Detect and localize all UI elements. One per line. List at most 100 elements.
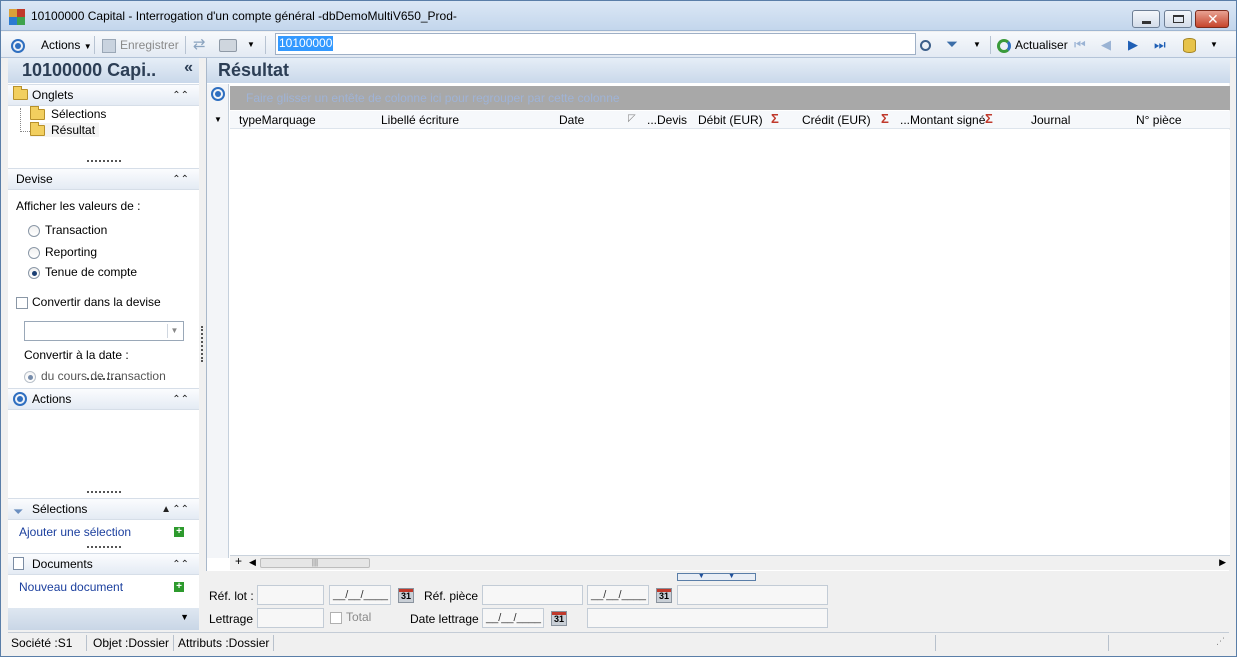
new-document-plus-icon[interactable]: +	[174, 582, 184, 592]
lettrage-input[interactable]	[257, 608, 324, 628]
tab-selections[interactable]: Sélections	[30, 106, 106, 121]
calendar-icon[interactable]: 31	[551, 611, 567, 626]
chevron-down-icon: ▼	[167, 324, 181, 338]
column-chooser-button[interactable]: ▼	[214, 115, 222, 124]
column-montant-signe[interactable]: ...Montant signé	[900, 113, 985, 127]
sync-button[interactable]: ⇄	[193, 35, 206, 55]
column-typemarquage[interactable]: typeMarquage	[239, 113, 316, 127]
filter-options-button[interactable]: ▼	[973, 35, 981, 55]
resize-grip-icon[interactable]: ⋰	[1216, 636, 1225, 647]
close-button[interactable]: ✕	[1195, 10, 1229, 28]
chevron-up-double-icon[interactable]: ⌃⌃	[172, 389, 189, 410]
ref-piece-input[interactable]	[482, 585, 583, 605]
actions-menu-label: Actions	[41, 38, 81, 52]
tab-resultat[interactable]: Résultat	[30, 122, 100, 137]
database-options-button[interactable]: ▼	[1210, 35, 1218, 55]
nav-circle-button[interactable]	[11, 35, 25, 55]
scroll-left-icon[interactable]: ◀	[249, 557, 256, 568]
resize-grip[interactable]	[87, 160, 121, 163]
column-numero-piece[interactable]: N° pièce	[1136, 113, 1182, 127]
filter-area: ▼ ▼ Réf. lot : __/__/____ 31 Réf. pièce …	[206, 571, 1229, 630]
section-devise-header[interactable]: Devise ⌃⌃	[8, 168, 199, 190]
radio-transaction[interactable]: Transaction	[28, 223, 107, 237]
status-objet: Objet :Dossier	[90, 635, 174, 651]
ref-piece-label: Réf. pièce :	[424, 589, 485, 603]
radio-reporting[interactable]: Reporting	[28, 245, 97, 259]
chevron-up-double-icon[interactable]: ⌃⌃	[172, 554, 189, 575]
save-button[interactable]: Enregistrer	[102, 35, 179, 55]
toolbar-separator	[94, 36, 95, 54]
resize-grip[interactable]	[87, 546, 121, 549]
total-checkbox[interactable]: Total	[330, 610, 371, 624]
add-selection-plus-icon[interactable]: +	[174, 527, 184, 537]
print-button[interactable]	[219, 35, 237, 55]
filter-button[interactable]: ⏷	[946, 35, 958, 55]
section-onglets-header[interactable]: Onglets ⌃⌃	[8, 84, 199, 106]
group-by-panel[interactable]: Faire glisser un entête de colonne ici p…	[230, 86, 1230, 110]
database-button[interactable]	[1183, 35, 1196, 55]
panel-splitter[interactable]	[201, 326, 204, 362]
calendar-icon[interactable]: 31	[398, 588, 414, 603]
ref-piece-date-input[interactable]: __/__/____	[587, 585, 649, 605]
chevron-up-double-icon[interactable]: ⌃⌃	[172, 169, 189, 190]
convert-currency-checkbox[interactable]: Convertir dans la devise	[16, 295, 161, 309]
chevron-down-icon: ▼	[83, 42, 92, 51]
sum-icon[interactable]: Σ	[771, 111, 779, 126]
chevron-up-icon[interactable]: ▲	[161, 499, 171, 520]
section-selections-header[interactable]: ⏷ Sélections ▲ ⌃⌃	[8, 498, 199, 520]
scrollbar-thumb[interactable]: |||	[260, 558, 370, 568]
print-options-button[interactable]: ▼	[247, 35, 255, 55]
next-record-button[interactable]: ▶	[1128, 35, 1138, 55]
first-record-button[interactable]: ⏮	[1074, 35, 1086, 55]
funnel-icon: ⏷	[13, 504, 24, 519]
add-selection-link[interactable]: Ajouter une sélection	[19, 525, 131, 539]
ref-piece-extra-input[interactable]	[677, 585, 828, 605]
section-actions-header[interactable]: Actions ⌃⌃	[8, 388, 199, 410]
minimize-button[interactable]	[1132, 10, 1160, 28]
resize-grip[interactable]	[87, 378, 121, 381]
target-icon[interactable]	[211, 87, 225, 101]
search-button[interactable]	[920, 35, 931, 55]
left-panel-header: 10100000 Capi.. «	[8, 58, 199, 83]
ref-lot-date-input[interactable]: __/__/____	[329, 585, 391, 605]
ref-lot-input[interactable]	[257, 585, 324, 605]
section-documents-header[interactable]: Documents ⌃⌃	[8, 553, 199, 575]
account-search-box[interactable]: 10100000	[275, 33, 916, 55]
date-lettrage-extra-input[interactable]	[587, 608, 828, 628]
actions-menu-button[interactable]: Actions ▼	[41, 35, 92, 55]
add-row-button[interactable]: +	[235, 554, 242, 568]
maximize-button[interactable]	[1164, 10, 1192, 28]
date-lettrage-input[interactable]: __/__/____	[482, 608, 544, 628]
column-credit[interactable]: Crédit (EUR)	[802, 113, 871, 127]
column-devise[interactable]: ...Devis	[647, 113, 687, 127]
last-record-button[interactable]: ⏭	[1154, 35, 1166, 55]
sum-icon[interactable]: Σ	[881, 111, 889, 126]
grid-horizontal-scrollbar[interactable]: + ◀ ||| ▶	[230, 554, 1230, 570]
filter-collapse-button[interactable]: ▼ ▼	[677, 573, 756, 581]
panel-footer: ▼	[8, 608, 199, 630]
chevron-down-icon[interactable]: ▼	[180, 612, 189, 622]
convert-date-label: Convertir à la date :	[24, 348, 129, 362]
column-date[interactable]: Date	[559, 113, 584, 127]
chevron-up-double-icon[interactable]: ⌃⌃	[172, 499, 189, 520]
grid-body[interactable]	[230, 130, 1230, 555]
previous-record-button[interactable]: ◀	[1101, 35, 1111, 55]
magnifier-icon	[920, 40, 931, 52]
calendar-icon[interactable]: 31	[656, 588, 672, 603]
resize-grip[interactable]	[87, 491, 121, 494]
date-lettrage-label: Date lettrage :	[410, 612, 486, 626]
column-libelle-ecriture[interactable]: Libellé écriture	[381, 113, 459, 127]
account-search-input[interactable]	[278, 35, 898, 53]
column-debit[interactable]: Débit (EUR)	[698, 113, 763, 127]
new-document-link[interactable]: Nouveau document	[19, 580, 123, 594]
radio-tenue-de-compte[interactable]: Tenue de compte	[28, 265, 137, 279]
sum-icon[interactable]: Σ	[985, 111, 993, 126]
chevron-up-double-icon[interactable]: ⌃⌃	[172, 85, 189, 106]
scroll-right-icon[interactable]: ▶	[1219, 557, 1226, 568]
status-empty-2	[939, 635, 1109, 651]
collapse-panel-button[interactable]: «	[184, 59, 193, 77]
refresh-button[interactable]: Actualiser	[997, 35, 1068, 55]
radio-circle-selected	[28, 266, 40, 279]
currency-select[interactable]: ▼	[24, 321, 184, 341]
column-journal[interactable]: Journal	[1031, 113, 1070, 127]
